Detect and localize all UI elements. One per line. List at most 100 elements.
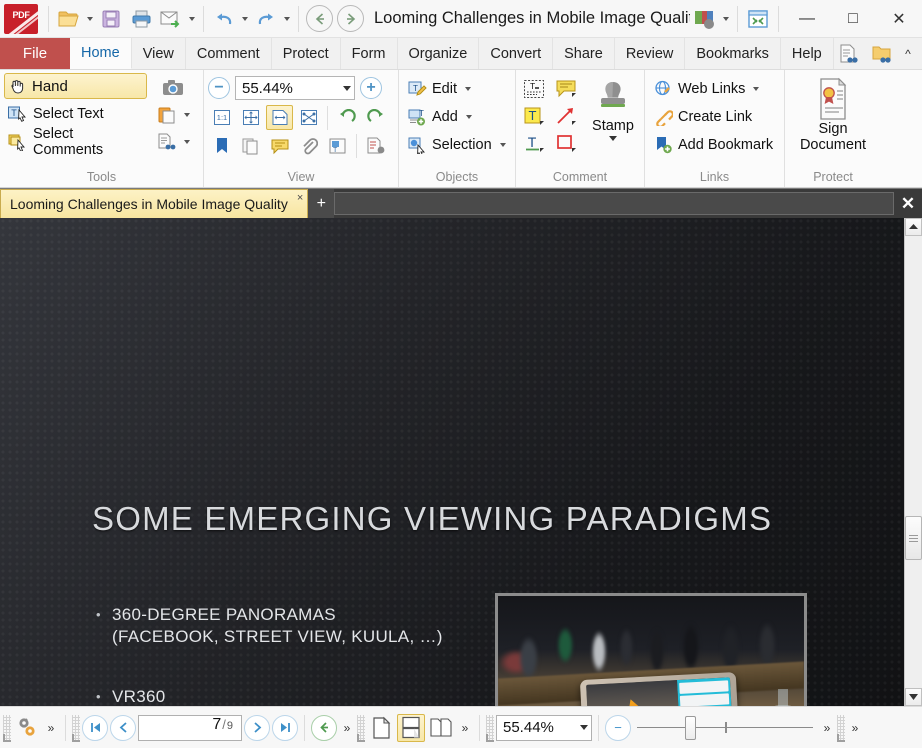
rotate-right-button[interactable]: [362, 105, 389, 130]
email-dropdown[interactable]: [186, 17, 198, 21]
rectangle-tool-button[interactable]: [552, 130, 579, 155]
continuous-page-view-button[interactable]: [397, 713, 425, 742]
tab-help[interactable]: Help: [781, 38, 834, 69]
add-bookmark-button[interactable]: Add Bookmark: [649, 132, 777, 158]
theme-colors-button[interactable]: [690, 4, 720, 34]
highlight-text-tool-button[interactable]: T: [520, 103, 547, 128]
close-button[interactable]: ✕: [876, 0, 922, 38]
tab-view[interactable]: View: [132, 38, 186, 69]
first-page-button[interactable]: [82, 714, 108, 741]
find-folder-button[interactable]: [867, 39, 897, 69]
status-zoom-field[interactable]: 55.44%: [496, 714, 592, 741]
comments-pane-button[interactable]: [266, 133, 293, 158]
rotate-left-button[interactable]: [333, 105, 360, 130]
zoom-slider[interactable]: [633, 715, 817, 741]
settings-expand-button[interactable]: »: [43, 721, 59, 735]
theme-dropdown[interactable]: [720, 17, 732, 21]
tab-protect[interactable]: Protect: [272, 38, 341, 69]
email-button[interactable]: [156, 4, 186, 34]
scroll-up-button[interactable]: [905, 218, 922, 236]
two-page-view-button[interactable]: [427, 714, 455, 742]
bookmarks-pane-button[interactable]: [208, 133, 235, 158]
edit-objects-button[interactable]: T Edit: [403, 76, 478, 102]
select-comments-tool-button[interactable]: Select Comments: [4, 126, 147, 158]
new-tab-button[interactable]: +: [308, 189, 335, 218]
single-page-view-button[interactable]: [367, 714, 395, 742]
document-properties-button[interactable]: [362, 133, 389, 158]
tab-share[interactable]: Share: [553, 38, 615, 69]
typewriter-tool-button[interactable]: T: [520, 76, 547, 101]
save-file-button[interactable]: [96, 4, 126, 34]
redo-button[interactable]: [251, 4, 281, 34]
actual-size-button[interactable]: 1:1: [208, 105, 235, 130]
web-links-dropdown[interactable]: [750, 87, 762, 91]
zoom-level-field[interactable]: 55.44%: [235, 76, 355, 100]
tab-organize[interactable]: Organize: [398, 38, 480, 69]
last-page-button[interactable]: [272, 714, 298, 741]
tab-form[interactable]: Form: [341, 38, 398, 69]
toolbar-grip[interactable]: [486, 714, 494, 742]
edit-dropdown[interactable]: [462, 87, 474, 91]
find-document-button[interactable]: [834, 39, 864, 69]
sign-document-button[interactable]: Sign Document: [789, 75, 877, 153]
fit-width-button[interactable]: [266, 105, 293, 130]
find-button[interactable]: [154, 129, 181, 154]
settings-button[interactable]: [13, 714, 41, 742]
selection-objects-button[interactable]: Selection: [403, 132, 513, 158]
zoom-slider-thumb[interactable]: [684, 715, 696, 740]
attachments-pane-button[interactable]: [295, 133, 322, 158]
toolbar-grip[interactable]: [3, 714, 11, 742]
view-history-expand-button[interactable]: »: [339, 721, 355, 735]
undo-dropdown[interactable]: [239, 17, 251, 21]
text-box-tool-button[interactable]: T: [520, 130, 547, 155]
scroll-down-button[interactable]: [905, 688, 922, 706]
stamp-dropdown[interactable]: [609, 136, 617, 141]
toolbar-grip[interactable]: [72, 714, 80, 742]
zoom-out-button[interactable]: −: [208, 77, 230, 99]
toolbar-grip[interactable]: [837, 714, 845, 742]
page-layout-expand-button[interactable]: »: [457, 721, 473, 735]
maximize-button[interactable]: □: [830, 0, 876, 38]
redo-dropdown[interactable]: [281, 17, 293, 21]
fullscreen-button[interactable]: [743, 4, 773, 34]
tab-comment[interactable]: Comment: [186, 38, 272, 69]
forward-button[interactable]: [337, 5, 364, 32]
document-tab[interactable]: Looming Challenges in Mobile Image Quali…: [0, 189, 309, 218]
web-links-button[interactable]: Web Links: [649, 76, 766, 102]
find-dropdown[interactable]: [181, 140, 193, 144]
content-pane-button[interactable]: T: [324, 133, 351, 158]
selection-dropdown[interactable]: [497, 143, 509, 147]
zoom-in-button[interactable]: +: [360, 77, 382, 99]
back-button[interactable]: [306, 5, 333, 32]
collapse-ribbon-button[interactable]: ^: [900, 47, 916, 61]
toolbar-grip[interactable]: [357, 714, 365, 742]
arrow-tool-button[interactable]: [552, 103, 579, 128]
paste-button[interactable]: [154, 102, 181, 127]
print-button[interactable]: [126, 4, 156, 34]
tab-bookmarks[interactable]: Bookmarks: [685, 38, 781, 69]
minimize-button[interactable]: —: [784, 0, 830, 38]
scrollbar-track[interactable]: [905, 236, 922, 688]
vertical-scrollbar[interactable]: [904, 218, 922, 706]
tab-file[interactable]: File: [0, 38, 70, 69]
chevron-down-icon[interactable]: [343, 85, 351, 91]
back-view-button[interactable]: [311, 714, 337, 741]
undo-button[interactable]: [209, 4, 239, 34]
tab-review[interactable]: Review: [615, 38, 686, 69]
scrollbar-thumb[interactable]: [905, 516, 922, 561]
add-objects-button[interactable]: T Add: [403, 104, 479, 130]
tab-home[interactable]: Home: [70, 38, 132, 69]
chevron-down-icon[interactable]: [580, 725, 588, 730]
paste-dropdown[interactable]: [181, 113, 193, 117]
add-dropdown[interactable]: [463, 115, 475, 119]
pdf-page[interactable]: SOME EMERGING VIEWING PARADIGMS • 360-DE…: [0, 218, 904, 706]
zoom-expand-button[interactable]: »: [819, 721, 835, 735]
snapshot-tool-button[interactable]: [160, 75, 187, 100]
hand-tool-button[interactable]: Hand: [4, 73, 147, 99]
next-page-button[interactable]: [244, 714, 270, 741]
statusbar-overflow-button[interactable]: »: [847, 721, 863, 735]
close-document-button[interactable]: ✕: [894, 189, 922, 218]
select-text-tool-button[interactable]: T Select Text: [4, 101, 147, 127]
thumbnails-pane-button[interactable]: [237, 133, 264, 158]
previous-page-button[interactable]: [110, 714, 136, 741]
